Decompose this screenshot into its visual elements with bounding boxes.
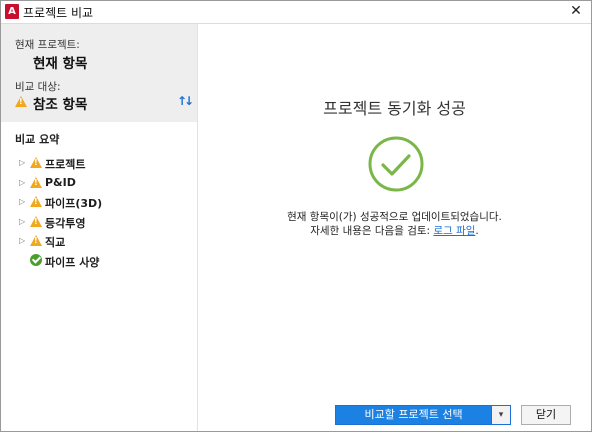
- title-bar: A 프로젝트 비교 ✕: [1, 1, 591, 24]
- result-message-line2: 자세한 내용은 다음을 검토: 로그 파일.: [198, 223, 591, 238]
- log-file-link[interactable]: 로그 파일: [433, 225, 475, 237]
- window-title: 프로젝트 비교: [23, 6, 94, 20]
- tree-item-label: 등각투영: [45, 217, 86, 230]
- warning-icon: [30, 235, 42, 246]
- success-check-icon: [368, 136, 424, 192]
- success-check-icon: [30, 254, 42, 266]
- warning-icon: [30, 177, 42, 188]
- review-prefix-text: 자세한 내용은 다음을 검토:: [310, 225, 434, 237]
- project-compare-dialog: A 프로젝트 비교 ✕ 현재 프로젝트: 현재 항목 비교 대상: 참조 항목 …: [0, 0, 592, 432]
- comparison-summary-title: 비교 요약: [15, 133, 60, 146]
- warning-icon: [15, 96, 27, 107]
- review-suffix-text: .: [475, 225, 479, 237]
- select-project-split-button: 비교할 프로젝트 선택 ▾: [335, 405, 511, 425]
- expand-arrow-icon[interactable]: ▷: [19, 236, 25, 245]
- project-info-header: 현재 프로젝트: 현재 항목 비교 대상: 참조 항목 ↑↓: [1, 24, 197, 122]
- select-project-to-compare-button[interactable]: 비교할 프로젝트 선택: [336, 406, 491, 424]
- swap-arrows-icon[interactable]: ↑↓: [177, 94, 194, 108]
- expand-arrow-icon[interactable]: ▷: [19, 178, 25, 187]
- current-project-label: 현재 프로젝트:: [15, 39, 80, 51]
- compare-target-label: 비교 대상:: [15, 81, 61, 93]
- warning-icon: [30, 196, 42, 207]
- expand-arrow-icon[interactable]: ▷: [19, 217, 25, 226]
- tree-item-label: 파이프 사양: [45, 256, 100, 269]
- result-message-line1: 현재 항목이(가) 성공적으로 업데이트되었습니다.: [287, 211, 502, 223]
- current-project-value: 현재 항목: [33, 56, 88, 72]
- tree-item-pipe-3d[interactable]: ▷ 파이프(3D): [15, 194, 185, 212]
- tree-item-label: 파이프(3D): [45, 197, 103, 210]
- result-panel: 프로젝트 동기화 성공 현재 항목이(가) 성공적으로 업데이트되었습니다. 자…: [198, 24, 591, 431]
- tree-item-project[interactable]: ▷ 프로젝트: [15, 155, 185, 173]
- result-title: 프로젝트 동기화 성공: [323, 99, 466, 118]
- tree-item-pid[interactable]: ▷ P&ID: [15, 175, 185, 193]
- warning-icon: [30, 216, 42, 227]
- tree-item-label: 프로젝트: [45, 158, 86, 171]
- tree-item-label: 직교: [45, 236, 66, 249]
- compare-target-value: 참조 항목: [33, 97, 88, 113]
- expand-arrow-icon[interactable]: ▷: [19, 158, 25, 167]
- tree-item-ortho[interactable]: ▷ 직교: [15, 233, 185, 251]
- app-logo-icon: A: [5, 4, 19, 19]
- left-panel: 현재 프로젝트: 현재 항목 비교 대상: 참조 항목 ↑↓ 비교 요약 ▷ 프…: [1, 24, 198, 431]
- chevron-down-icon[interactable]: ▾: [491, 406, 510, 424]
- warning-icon: [30, 157, 42, 168]
- close-button[interactable]: 닫기: [521, 405, 571, 425]
- window-close-button[interactable]: ✕: [567, 2, 585, 20]
- tree-item-label: P&ID: [45, 176, 76, 189]
- tree-item-pipe-spec[interactable]: 파이프 사양: [15, 253, 185, 271]
- expand-arrow-icon[interactable]: ▷: [19, 197, 25, 206]
- tree-item-isometric[interactable]: ▷ 등각투영: [15, 214, 185, 232]
